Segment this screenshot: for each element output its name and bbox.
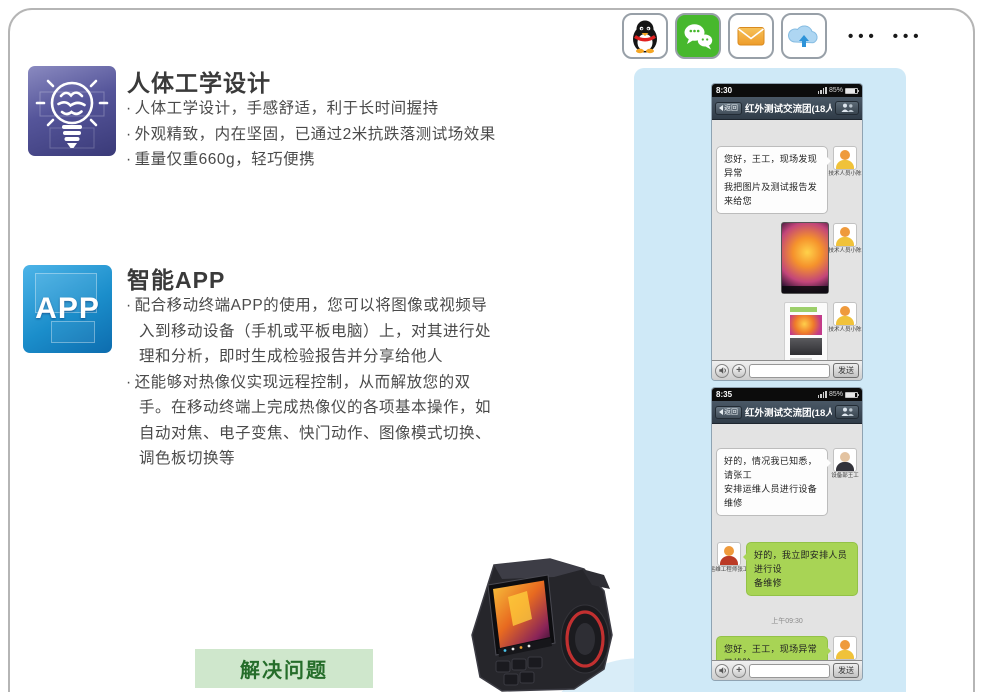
- bullet-item: 人体工学设计，手感舒适，利于长时间握持: [126, 96, 496, 122]
- message-bubble: 您好，王工，现场发现异常 我把图片及测试报告发来给您: [716, 146, 828, 214]
- chat-title: 红外测试交流团(18人): [745, 101, 832, 115]
- chat-message: 您好，王工，现场异常已排除 设备运行情况良好: [716, 636, 858, 660]
- lightbulb-glyph: [28, 66, 116, 156]
- phone-screenshot-1: 8:30 85% 返回 红外测试交流团(18人): [712, 84, 862, 380]
- qq-icon[interactable]: [622, 13, 668, 59]
- signal-icon: [818, 391, 827, 398]
- feature-title: 智能APP: [127, 261, 225, 295]
- wechat-icon[interactable]: [675, 13, 721, 59]
- bullet-item: 重量仅重660g，轻巧便携: [126, 147, 496, 173]
- speaker-icon: [718, 666, 727, 675]
- people-icon: [840, 407, 855, 417]
- chat-messages: 您好，王工，现场发现异常 我把图片及测试报告发来给您 技术人员小陈 技术人员小陈: [712, 120, 862, 360]
- sender-name: 设备部王工: [831, 472, 859, 479]
- sender-name: 运维工程师张工: [712, 566, 748, 573]
- chat-message: 好的，情况我已知悉，请张工 安排运维人员进行设备维修 设备部王工: [716, 448, 858, 516]
- avatar-technician[interactable]: [833, 146, 857, 170]
- chat-messages: 好的，情况我已知悉，请张工 安排运维人员进行设备维修 设备部王工 运维工程师张工…: [712, 424, 862, 660]
- voice-button[interactable]: [715, 664, 729, 678]
- message-bubble: 好的，我立即安排人员进行设 备维修: [746, 542, 858, 596]
- avatar-technician[interactable]: [833, 302, 857, 326]
- cloud-arrow-glyph: [785, 18, 823, 54]
- chat-message: 技术人员小陈: [716, 302, 858, 360]
- signal-icon: [818, 87, 827, 94]
- battery-percent: 85%: [829, 391, 843, 398]
- chat-message: 运维工程师张工 好的，我立即安排人员进行设 备维修: [716, 542, 858, 596]
- solution-badge: 解决问题: [195, 649, 373, 688]
- sender-name: 技术人员小陈: [828, 170, 861, 177]
- chat-message: 您好，王工，现场发现异常 我把图片及测试报告发来给您 技术人员小陈: [716, 146, 858, 214]
- phone-screenshot-2: 8:35 85% 返回 红外测试交流团(18人): [712, 388, 862, 680]
- group-members-button[interactable]: [835, 405, 859, 419]
- status-time: 8:35: [716, 390, 732, 399]
- feature-title: 人体工学设计: [127, 64, 271, 98]
- wechat-bubbles-glyph: [680, 18, 716, 54]
- attach-button[interactable]: +: [732, 664, 746, 678]
- qq-penguin-glyph: [627, 18, 663, 54]
- app-icon: APP: [23, 265, 112, 353]
- envelope-glyph: [733, 18, 769, 54]
- chat-nav-bar: 返回 红外测试交流团(18人): [712, 401, 862, 424]
- mail-icon[interactable]: [728, 13, 774, 59]
- bullet-item: 还能够对热像仪实现远程控制，从而解放您的双手。在移动终端上完成热像仪的各项基本操…: [126, 370, 502, 472]
- time-divider: 上午09:30: [716, 616, 858, 626]
- status-bar: 8:30 85%: [712, 84, 862, 97]
- chat-input-bar: + 发送: [712, 360, 862, 380]
- chat-input-bar: + 发送: [712, 660, 862, 680]
- brochure-page: ••• •••: [0, 0, 984, 692]
- report-photo-image: [790, 338, 822, 355]
- share-bar: ••• •••: [622, 12, 924, 60]
- attach-button[interactable]: +: [732, 364, 746, 378]
- thermal-camera-product-image: [432, 557, 617, 692]
- battery-icon: [845, 88, 858, 94]
- send-button[interactable]: 发送: [833, 663, 859, 678]
- back-button[interactable]: 返回: [715, 406, 742, 419]
- feature-bullets: 配合移动终端APP的使用，您可以将图像或视频导入到移动设备（手机或平板电脑）上，…: [126, 293, 502, 472]
- voice-button[interactable]: [715, 364, 729, 378]
- chat-title: 红外测试交流团(18人): [745, 405, 832, 419]
- thermal-photo-thumbnail[interactable]: [782, 223, 828, 293]
- avatar-manager[interactable]: [833, 448, 857, 472]
- cloud-upload-icon[interactable]: [781, 13, 827, 59]
- battery-percent: 85%: [829, 87, 843, 94]
- speaker-icon: [718, 366, 727, 375]
- wechat-demo-panel: 8:30 85% 返回 红外测试交流团(18人): [634, 68, 906, 692]
- feature-bullets: 人体工学设计，手感舒适，利于长时间握持 外观精致，内在坚固，已通过2米抗跌落测试…: [126, 96, 496, 173]
- chat-nav-bar: 返回 红外测试交流团(18人): [712, 97, 862, 120]
- people-icon: [840, 103, 855, 113]
- bullet-item: 外观精致，内在坚固，已通过2米抗跌落测试场效果: [126, 122, 496, 148]
- status-bar: 8:35 85%: [712, 388, 862, 401]
- report-title-line: [790, 307, 817, 312]
- more-dots-left[interactable]: •••: [848, 28, 879, 45]
- test-report-thumbnail[interactable]: [784, 302, 828, 360]
- message-input[interactable]: [749, 664, 830, 678]
- message-bubble: 好的，情况我已知悉，请张工 安排运维人员进行设备维修: [716, 448, 828, 516]
- send-button[interactable]: 发送: [833, 363, 859, 378]
- battery-icon: [845, 392, 858, 398]
- more-dots-right[interactable]: •••: [893, 28, 924, 45]
- sender-name: 技术人员小陈: [828, 326, 861, 333]
- lightbulb-brain-icon: [28, 66, 116, 156]
- message-bubble: 您好，王工，现场异常已排除 设备运行情况良好: [716, 636, 828, 660]
- sender-name: 技术人员小陈: [828, 247, 861, 254]
- chat-message: 技术人员小陈: [716, 223, 858, 293]
- back-button[interactable]: 返回: [715, 102, 742, 115]
- message-input[interactable]: [749, 364, 830, 378]
- avatar-technician[interactable]: [833, 636, 857, 660]
- status-time: 8:30: [716, 86, 732, 95]
- bullet-item: 配合移动终端APP的使用，您可以将图像或视频导入到移动设备（手机或平板电脑）上，…: [126, 293, 502, 370]
- app-icon-label: APP: [35, 292, 100, 326]
- report-thermal-image: [790, 315, 822, 335]
- group-members-button[interactable]: [835, 101, 859, 115]
- avatar-technician[interactable]: [833, 223, 857, 247]
